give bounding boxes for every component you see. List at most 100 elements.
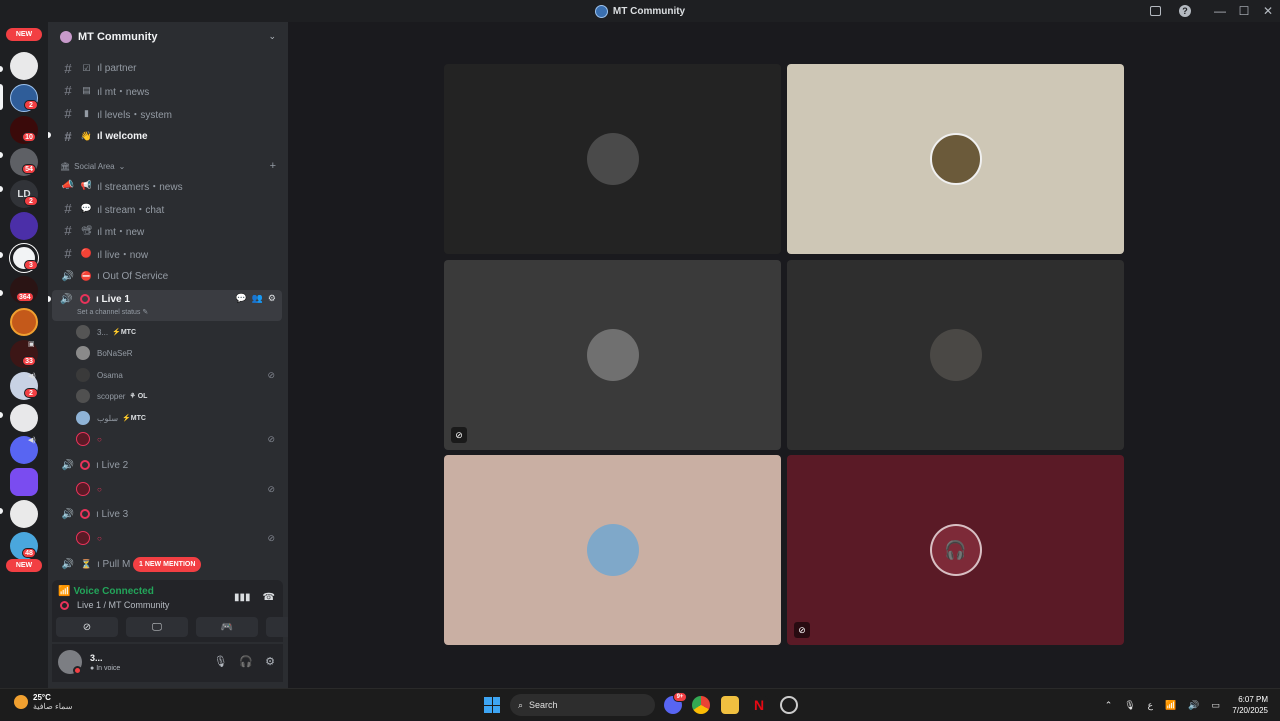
- channel-live-now[interactable]: # 🔴 ıl live・now: [52, 243, 282, 263]
- voice-channel-live-1[interactable]: 🔊 ı Live 1 Set a channel status ✎ 💬 👥 ⚙: [52, 290, 282, 321]
- help-icon[interactable]: ?: [1178, 4, 1192, 18]
- microphone-icon[interactable]: 🎙: [213, 655, 227, 668]
- new-mention-pill[interactable]: 1 NEW MENTION: [133, 557, 202, 572]
- new-unread-pill-bottom[interactable]: NEW: [6, 559, 42, 572]
- disconnect-icon[interactable]: ☎: [263, 592, 275, 603]
- avatar: [76, 346, 90, 360]
- channel-label: ıl live・now: [97, 249, 149, 261]
- close-button[interactable]: ✕: [1256, 0, 1280, 22]
- channel-emoji: 📢: [80, 179, 93, 190]
- chevron-up-icon[interactable]: ⌃: [1105, 700, 1113, 711]
- battery-icon[interactable]: ▭: [1211, 700, 1220, 711]
- avatar: [586, 329, 639, 381]
- voice-active-icon: ▣: [28, 341, 35, 348]
- voice-channel-live-3[interactable]: 🔊 ı Live 3: [52, 504, 282, 524]
- headphones-icon[interactable]: 🎧: [239, 655, 253, 668]
- camera-off-icon: ⊘: [82, 621, 92, 633]
- channel-welcome[interactable]: # 👋 ıl welcome: [52, 126, 282, 146]
- window-title: MT Community: [594, 4, 685, 18]
- live-ring-icon: [60, 600, 69, 610]
- clock-date: 7/20/2025: [1232, 706, 1268, 715]
- category-emoji: 🏛: [60, 162, 71, 171]
- voice-user[interactable]: ○ ⊘: [76, 479, 281, 499]
- voice-user[interactable]: ○ ⊘: [76, 429, 281, 449]
- category-social-area[interactable]: 🏛 Social Area ⌄: [60, 162, 125, 171]
- create-channel-icon[interactable]: +: [270, 160, 276, 172]
- avatar: [76, 482, 90, 496]
- wifi-icon[interactable]: 📶: [1165, 700, 1176, 711]
- voice-user[interactable]: ○ ⊘: [76, 528, 281, 548]
- chevron-down-icon: ⌄: [118, 162, 126, 171]
- gear-icon[interactable]: ⚙: [268, 293, 276, 304]
- volume-icon[interactable]: 🔊: [1188, 700, 1199, 711]
- search-icon: ⌕: [518, 699, 524, 710]
- unread-indicator: [48, 132, 51, 138]
- avatar: [586, 524, 639, 576]
- voice-channel-link[interactable]: Live 1 / MT Community: [60, 600, 169, 610]
- channel-status[interactable]: Set a channel status ✎: [52, 308, 282, 316]
- voice-user[interactable]: 3... ⚡MTC: [76, 322, 281, 342]
- server-icon-15[interactable]: [10, 500, 38, 528]
- file-explorer-icon[interactable]: [721, 696, 739, 714]
- weather-widget[interactable]: 25°C سماء صافية: [14, 693, 73, 711]
- channel-partner[interactable]: # ☑ ıl partner: [52, 58, 282, 78]
- server-icon-1[interactable]: [10, 52, 38, 80]
- chrome-app-icon[interactable]: [692, 696, 710, 714]
- netflix-app-icon[interactable]: N: [750, 696, 768, 714]
- new-unread-pill-top[interactable]: NEW: [6, 28, 42, 41]
- server-header[interactable]: MT Community ⌄: [48, 22, 288, 52]
- app-icon[interactable]: [780, 696, 798, 714]
- channel-label: ıl levels・system: [97, 109, 173, 121]
- channel-label: ı Pull M: [97, 558, 131, 570]
- server-icon-12[interactable]: [10, 404, 38, 432]
- channel-mt-news[interactable]: # ▤ ıl mt・news: [52, 80, 282, 100]
- clock[interactable]: 6:07 PM 7/20/2025: [1232, 694, 1268, 716]
- voice-status[interactable]: 📶 Voice Connected: [58, 586, 154, 597]
- server-icon-9[interactable]: [10, 308, 38, 336]
- participant-tile[interactable]: [444, 455, 781, 645]
- activity-button[interactable]: 🎮: [196, 617, 258, 637]
- text-channel-icon: #: [64, 82, 72, 98]
- server-logo-icon: [594, 4, 608, 18]
- invite-icon[interactable]: 👥: [252, 293, 263, 304]
- noise-suppression-icon[interactable]: ▮▮▮: [234, 592, 251, 603]
- avatar: [76, 432, 90, 446]
- taskbar-search[interactable]: ⌕ Search: [510, 694, 655, 716]
- camera-toggle-button[interactable]: ⊘: [56, 617, 118, 637]
- voice-user[interactable]: scopper ⚘ OL: [76, 386, 281, 406]
- participant-tile[interactable]: [787, 260, 1124, 450]
- channel-levels-system[interactable]: # ▮ ıl levels・system: [52, 103, 282, 123]
- server-icon-14[interactable]: [10, 468, 38, 496]
- gear-icon[interactable]: ⚙: [265, 655, 275, 668]
- mention-badge: 2: [24, 196, 38, 206]
- participant-tile[interactable]: [787, 64, 1124, 254]
- participant-tile[interactable]: [444, 64, 781, 254]
- microphone-icon[interactable]: 🎙: [1124, 700, 1135, 711]
- system-tray: ⌃ 🎙 ع 📶 🔊 ▭: [1105, 689, 1220, 721]
- channel-mt-new[interactable]: # 📽 ıl mt・new: [52, 220, 282, 240]
- clock-time: 6:07 PM: [1238, 695, 1268, 704]
- voice-user[interactable]: سلوب ⚡MTC: [76, 408, 281, 428]
- weather-desc: سماء صافية: [33, 702, 73, 711]
- username[interactable]: 3...: [90, 653, 103, 663]
- maximize-button[interactable]: ☐: [1232, 0, 1256, 22]
- channel-streamers-news[interactable]: 📣 📢 ıl streamers・news: [52, 175, 282, 195]
- chevron-down-icon: ⌄: [268, 31, 276, 41]
- channel-out-of-service[interactable]: 🔊 ⛔ ı Out Of Service: [52, 266, 282, 286]
- voice-channel-live-2[interactable]: 🔊 ı Live 2: [52, 455, 282, 475]
- start-button[interactable]: [484, 697, 500, 713]
- language-indicator[interactable]: ع: [1148, 700, 1153, 711]
- voice-channel-icon: 🔊: [61, 459, 75, 471]
- screen-share-button[interactable]: 🖵: [126, 617, 188, 637]
- participant-tile[interactable]: 🎧 ⊘: [787, 455, 1124, 645]
- channel-stream-chat[interactable]: # 💬 ıl stream・chat: [52, 198, 282, 218]
- mention-badge: 54: [22, 164, 36, 174]
- minimize-button[interactable]: —: [1208, 0, 1232, 22]
- server-icon-6[interactable]: [10, 212, 38, 240]
- server-badge-icon: [60, 31, 72, 43]
- inbox-icon[interactable]: [1148, 4, 1162, 18]
- participant-tile[interactable]: ⊘: [444, 260, 781, 450]
- voice-user[interactable]: Osama ⊘: [76, 365, 281, 385]
- voice-user[interactable]: BoNaSeR: [76, 343, 281, 363]
- chat-bubble-icon[interactable]: 💬: [235, 293, 246, 304]
